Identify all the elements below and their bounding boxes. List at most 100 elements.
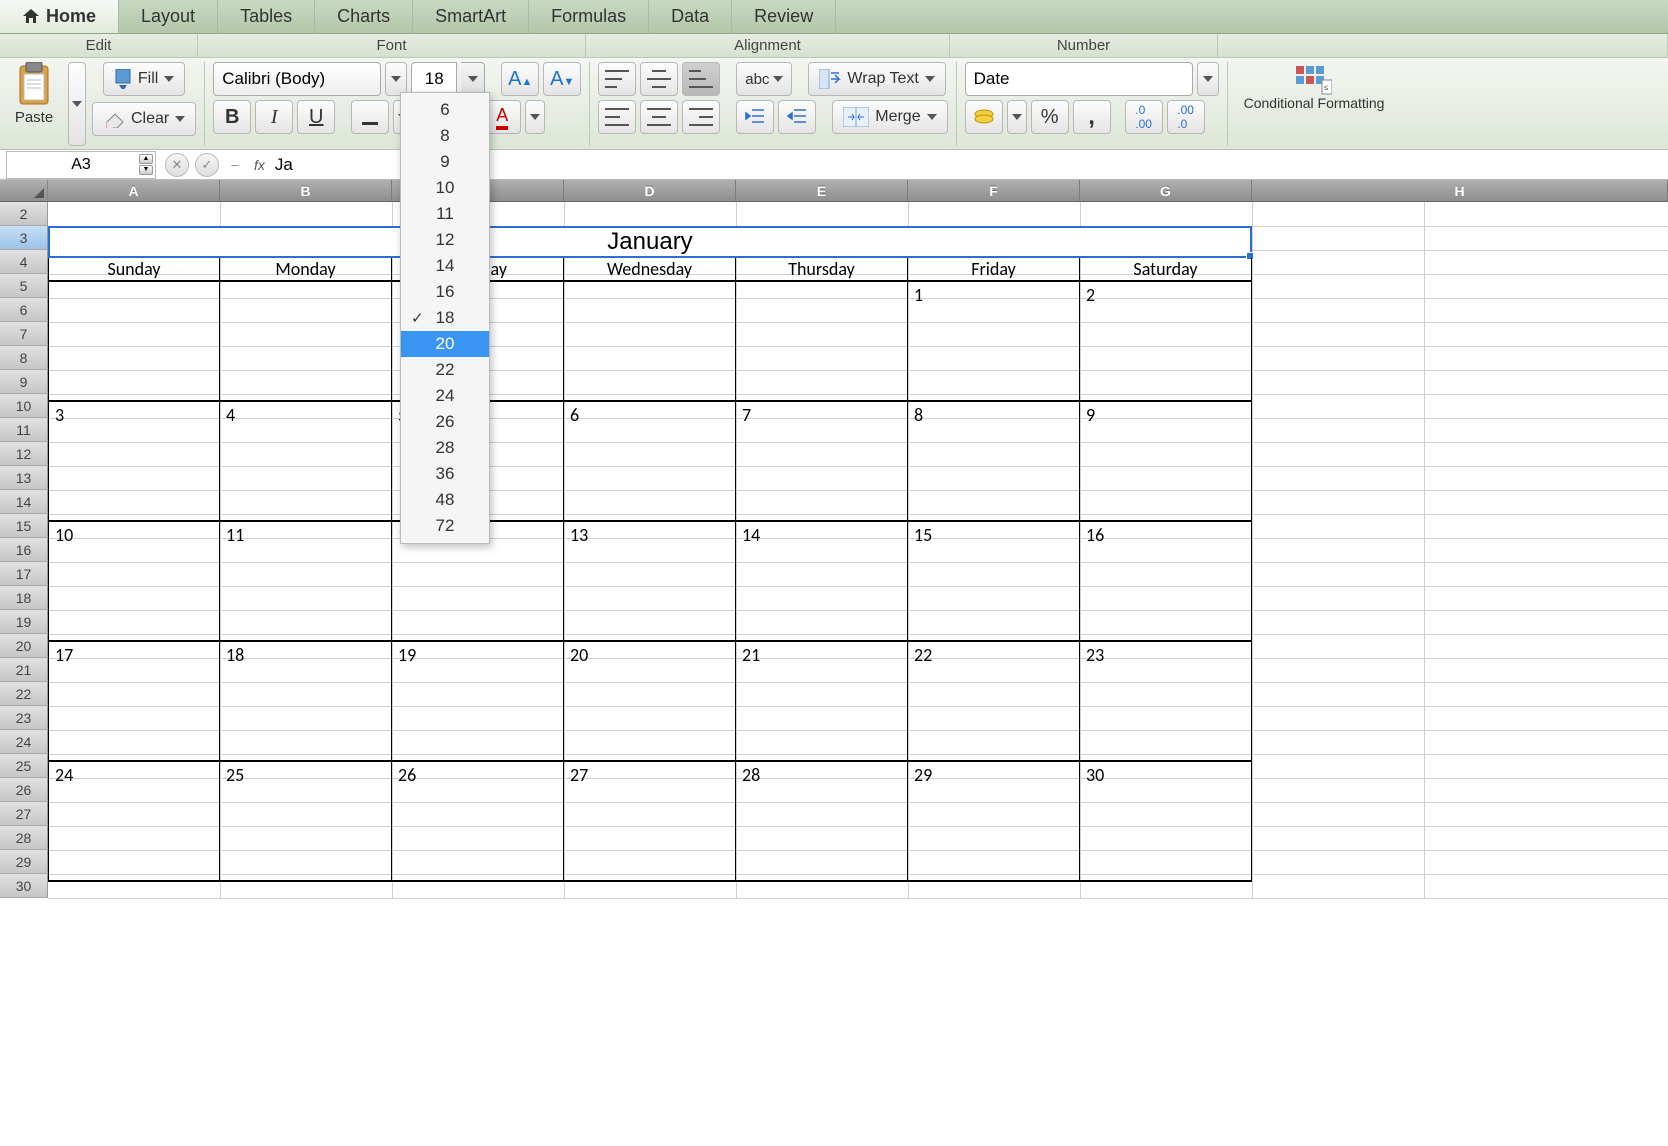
paste-dropdown[interactable] xyxy=(68,62,86,146)
tab-charts[interactable]: Charts xyxy=(315,0,413,33)
row-header-14[interactable]: 14 xyxy=(0,490,48,514)
tab-layout[interactable]: Layout xyxy=(119,0,218,33)
bold-button[interactable]: B xyxy=(213,100,251,134)
calendar-cell[interactable]: 23 xyxy=(1080,642,1252,760)
decrease-decimal-button[interactable]: .00.0 xyxy=(1167,100,1205,134)
row-header-5[interactable]: 5 xyxy=(0,274,48,298)
calendar-cell[interactable]: 11 xyxy=(220,522,392,640)
day-header[interactable]: Monday xyxy=(220,258,392,280)
row-header-19[interactable]: 19 xyxy=(0,610,48,634)
row-header-25[interactable]: 25 xyxy=(0,754,48,778)
wrap-text-button[interactable]: Wrap Text xyxy=(808,62,945,96)
col-header-H[interactable]: H xyxy=(1252,180,1668,201)
accept-formula-button[interactable]: ✓ xyxy=(195,153,219,177)
calendar-cell[interactable]: 1 xyxy=(908,282,1080,400)
calendar-cell[interactable] xyxy=(736,282,908,400)
italic-button[interactable]: I xyxy=(255,100,293,134)
row-header-22[interactable]: 22 xyxy=(0,682,48,706)
calendar-cell[interactable]: 28 xyxy=(736,762,908,880)
size-option-28[interactable]: 28 xyxy=(401,435,489,461)
font-size-input[interactable]: 18 xyxy=(411,62,457,96)
row-header-10[interactable]: 10 xyxy=(0,394,48,418)
size-option-22[interactable]: 22 xyxy=(401,357,489,383)
row-header-30[interactable]: 30 xyxy=(0,874,48,898)
calendar-cell[interactable]: 2 xyxy=(1080,282,1252,400)
calendar-cell[interactable]: 4 xyxy=(220,402,392,520)
calendar-cell[interactable]: 22 xyxy=(908,642,1080,760)
row-header-24[interactable]: 24 xyxy=(0,730,48,754)
calendar-cell[interactable]: 15 xyxy=(908,522,1080,640)
row-header-26[interactable]: 26 xyxy=(0,778,48,802)
font-size-dropdown[interactable] xyxy=(461,62,485,96)
comma-button[interactable]: , xyxy=(1073,100,1111,134)
calendar-cell[interactable]: 20 xyxy=(564,642,736,760)
calendar-cell[interactable]: 6 xyxy=(564,402,736,520)
row-header-18[interactable]: 18 xyxy=(0,586,48,610)
currency-dropdown[interactable] xyxy=(1007,100,1027,134)
align-top-button[interactable] xyxy=(598,62,636,96)
tab-data[interactable]: Data xyxy=(649,0,732,33)
size-option-24[interactable]: 24 xyxy=(401,383,489,409)
align-bottom-button[interactable] xyxy=(682,62,720,96)
col-header-F[interactable]: F xyxy=(908,180,1080,201)
row-header-3[interactable]: 3 xyxy=(0,226,48,250)
row-header-4[interactable]: 4 xyxy=(0,250,48,274)
row-header-17[interactable]: 17 xyxy=(0,562,48,586)
calendar-cell[interactable]: 21 xyxy=(736,642,908,760)
select-all-corner[interactable] xyxy=(0,180,48,201)
tab-formulas[interactable]: Formulas xyxy=(529,0,649,33)
size-option-14[interactable]: 14 xyxy=(401,253,489,279)
size-option-8[interactable]: 8 xyxy=(401,123,489,149)
clear-button[interactable]: Clear xyxy=(92,102,196,136)
formula-builder-button[interactable]: – xyxy=(225,155,245,175)
size-option-18[interactable]: 18 xyxy=(401,305,489,331)
day-header[interactable]: Saturday xyxy=(1080,258,1252,280)
percent-button[interactable]: % xyxy=(1031,100,1069,134)
calendar-cell[interactable]: 17 xyxy=(48,642,220,760)
increase-decimal-button[interactable]: .0.00 xyxy=(1125,100,1163,134)
size-option-48[interactable]: 48 xyxy=(401,487,489,513)
number-format-dropdown[interactable] xyxy=(1197,62,1219,96)
fill-button[interactable]: Fill xyxy=(103,62,185,96)
calendar-cell[interactable]: 29 xyxy=(908,762,1080,880)
name-box[interactable]: A3 ▲▼ xyxy=(6,151,156,179)
calendar-title-cell[interactable]: January xyxy=(48,226,1252,258)
paste-button[interactable]: Paste xyxy=(6,62,62,126)
merge-button[interactable]: Merge xyxy=(832,100,947,134)
row-header-12[interactable]: 12 xyxy=(0,442,48,466)
calendar-cell[interactable]: 8 xyxy=(908,402,1080,520)
font-color-dropdown[interactable] xyxy=(525,100,545,134)
row-header-21[interactable]: 21 xyxy=(0,658,48,682)
calendar-cell[interactable]: 26 xyxy=(392,762,564,880)
conditional-formatting-button[interactable]: ≤ Conditional Formatting xyxy=(1236,62,1393,115)
calendar-cell[interactable]: 30 xyxy=(1080,762,1252,880)
row-header-7[interactable]: 7 xyxy=(0,322,48,346)
calendar-cell[interactable]: 16 xyxy=(1080,522,1252,640)
calendar-cell[interactable]: 27 xyxy=(564,762,736,880)
calendar-cell[interactable]: 3 xyxy=(48,402,220,520)
row-header-11[interactable]: 11 xyxy=(0,418,48,442)
row-header-28[interactable]: 28 xyxy=(0,826,48,850)
calendar-cell[interactable]: 7 xyxy=(736,402,908,520)
calendar-cell[interactable]: 18 xyxy=(220,642,392,760)
size-option-72[interactable]: 72 xyxy=(401,513,489,539)
calendar-cell[interactable] xyxy=(48,282,220,400)
font-name-dropdown[interactable] xyxy=(385,62,407,96)
col-header-B[interactable]: B xyxy=(220,180,392,201)
col-header-A[interactable]: A xyxy=(48,180,220,201)
orientation-button[interactable]: abc xyxy=(736,62,792,96)
calendar-cell[interactable] xyxy=(564,282,736,400)
day-header[interactable]: Friday xyxy=(908,258,1080,280)
row-header-27[interactable]: 27 xyxy=(0,802,48,826)
border-button[interactable] xyxy=(351,100,389,134)
col-header-D[interactable]: D xyxy=(564,180,736,201)
align-middle-button[interactable] xyxy=(640,62,678,96)
align-center-button[interactable] xyxy=(640,100,678,134)
tab-tables[interactable]: Tables xyxy=(218,0,315,33)
font-name-combo[interactable]: Calibri (Body) xyxy=(213,62,381,96)
size-option-26[interactable]: 26 xyxy=(401,409,489,435)
col-header-G[interactable]: G xyxy=(1080,180,1252,201)
grow-font-button[interactable]: A▲ xyxy=(501,62,539,96)
day-header[interactable]: Sunday xyxy=(48,258,220,280)
tab-smartart[interactable]: SmartArt xyxy=(413,0,529,33)
